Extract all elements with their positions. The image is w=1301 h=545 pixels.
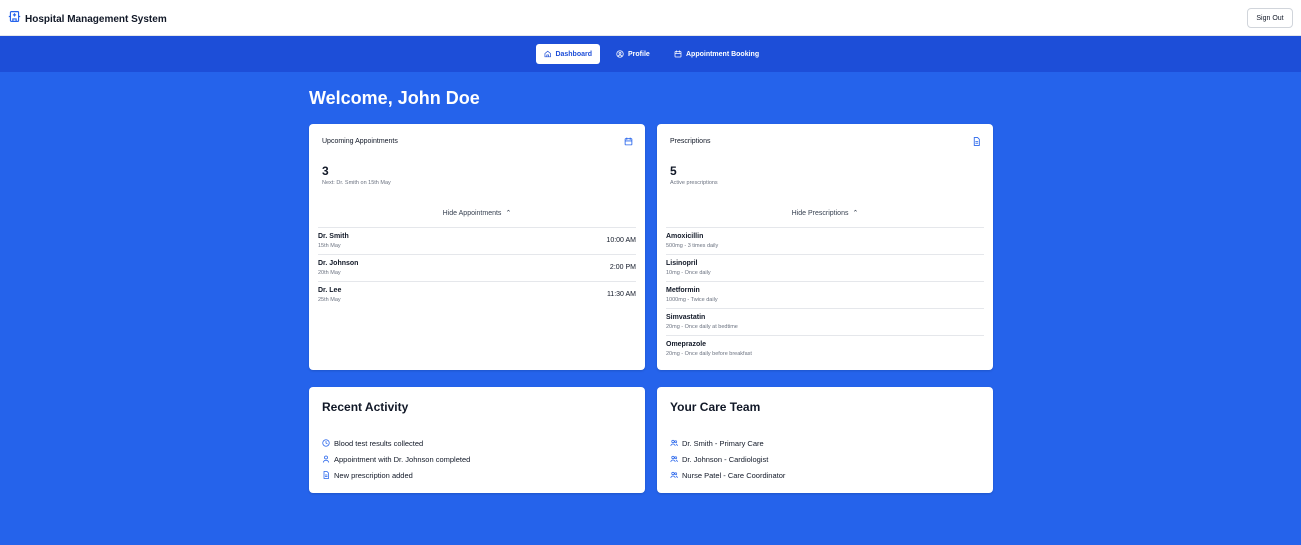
care-team-item: Dr. Smith - Primary Care (670, 435, 785, 451)
appointment-row[interactable]: Dr. Smith 15th May 10:00 AM (318, 227, 636, 254)
tab-profile[interactable]: Profile (608, 44, 658, 64)
tab-profile-label: Profile (628, 50, 650, 58)
care-team-member: Nurse Patel - Care Coordinator (682, 470, 786, 480)
prescription-row[interactable]: Metformin 1000mg - Twice daily (666, 281, 984, 308)
appointment-row[interactable]: Dr. Johnson 20th May 2:00 PM (318, 254, 636, 281)
care-team-title: Your Care Team (670, 400, 761, 414)
home-icon (544, 50, 551, 58)
appointment-doctor: Dr. Johnson (318, 260, 359, 267)
prescription-dosage: 500mg - 3 times daily (666, 243, 719, 249)
brand: Hospital Management System (8, 10, 167, 28)
appointment-doctor: Dr. Smith (318, 233, 349, 240)
appointment-time: 10:00 AM (606, 237, 636, 244)
appointment-time: 2:00 PM (609, 264, 636, 271)
hide-prescriptions-label: Hide Prescriptions (791, 210, 849, 217)
prescription-dosage: 20mg - Once daily before breakfast (666, 351, 752, 357)
prescription-name: Omeprazole (666, 341, 707, 348)
appointment-date: 25th May (318, 297, 341, 303)
nav-bar: Dashboard Profile Appointment Booking (0, 36, 1301, 72)
user-circle-icon (616, 50, 624, 58)
prescriptions-count: 5 (670, 164, 677, 178)
next-appointment: Next: Dr. Smith on 15th May (322, 180, 391, 186)
recent-activity-card: Recent Activity Blood test results colle… (309, 387, 645, 493)
prescription-dosage: 1000mg - Twice daily (666, 297, 718, 303)
prescription-row[interactable]: Amoxicillin 500mg - 3 times daily (666, 227, 984, 254)
chevron-up-icon: ⌃ (505, 210, 512, 217)
app-title: Hospital Management System (25, 13, 167, 25)
care-team-item: Dr. Johnson - Cardiologist (670, 451, 785, 467)
calendar-icon (624, 137, 633, 146)
appointment-time: 11:30 AM (606, 291, 636, 298)
appointment-date: 15th May (318, 243, 341, 249)
activity-item: Appointment with Dr. Johnson completed (322, 451, 470, 467)
activity-item: Blood test results collected (322, 435, 470, 451)
top-bar: Hospital Management System Sign Out (0, 0, 1301, 36)
activity-text: New prescription added (334, 470, 413, 480)
document-icon (323, 471, 329, 479)
recent-activity-title: Recent Activity (322, 400, 409, 414)
hide-prescriptions-button[interactable]: Hide Prescriptions ⌃ (657, 209, 993, 217)
hide-appointments-button[interactable]: Hide Appointments ⌃ (309, 209, 645, 217)
appointments-card: Upcoming Appointments 3 Next: Dr. Smith … (309, 124, 645, 370)
users-icon (670, 455, 678, 463)
prescription-row[interactable]: Omeprazole 20mg - Once daily before brea… (666, 335, 984, 362)
clock-icon (322, 439, 330, 447)
care-team-member: Dr. Johnson - Cardiologist (682, 454, 769, 464)
appointments-list: Dr. Smith 15th May 10:00 AM Dr. Johnson … (318, 227, 636, 308)
prescriptions-card: Prescriptions 5 Active prescriptions Hid… (657, 124, 993, 370)
prescription-name: Lisinopril (666, 260, 698, 267)
care-team-item: Nurse Patel - Care Coordinator (670, 467, 785, 483)
calendar-icon (674, 50, 682, 58)
recent-activity-list: Blood test results collected Appointment… (322, 435, 470, 483)
prescription-name: Metformin (666, 287, 700, 294)
prescription-dosage: 20mg - Once daily at bedtime (666, 324, 738, 330)
prescription-name: Amoxicillin (666, 233, 704, 240)
user-icon (322, 455, 330, 463)
tab-appointment-booking[interactable]: Appointment Booking (666, 44, 767, 64)
prescription-row[interactable]: Simvastatin 20mg - Once daily at bedtime (666, 308, 984, 335)
care-team-list: Dr. Smith - Primary Care Dr. Johnson - C… (670, 435, 785, 483)
appointment-date: 20th May (318, 270, 341, 276)
care-team-member: Dr. Smith - Primary Care (682, 438, 764, 448)
care-team-card: Your Care Team Dr. Smith - Primary Care … (657, 387, 993, 493)
document-icon (973, 137, 980, 146)
activity-text: Blood test results collected (334, 438, 424, 448)
appointments-card-title: Upcoming Appointments (322, 138, 398, 145)
users-icon (670, 439, 678, 447)
page-title: Welcome, John Doe (309, 88, 480, 108)
activity-text: Appointment with Dr. Johnson completed (334, 454, 471, 464)
prescription-name: Simvastatin (666, 314, 706, 321)
tab-appointment-booking-label: Appointment Booking (686, 50, 760, 58)
appointment-doctor: Dr. Lee (318, 287, 342, 294)
hospital-icon (8, 10, 21, 28)
prescriptions-list: Amoxicillin 500mg - 3 times daily Lisino… (666, 227, 984, 362)
chevron-up-icon: ⌃ (852, 210, 859, 217)
appointments-count: 3 (322, 164, 329, 178)
tab-dashboard[interactable]: Dashboard (536, 44, 600, 64)
prescription-row[interactable]: Lisinopril 10mg - Once daily (666, 254, 984, 281)
sign-out-button[interactable]: Sign Out (1247, 8, 1293, 28)
hide-appointments-label: Hide Appointments (442, 210, 502, 217)
tab-dashboard-label: Dashboard (555, 50, 592, 58)
prescriptions-subtitle: Active prescriptions (670, 180, 718, 186)
appointment-row[interactable]: Dr. Lee 25th May 11:30 AM (318, 281, 636, 308)
users-icon (670, 471, 678, 479)
activity-item: New prescription added (322, 467, 470, 483)
prescriptions-card-title: Prescriptions (670, 138, 711, 145)
prescription-dosage: 10mg - Once daily (666, 270, 711, 276)
